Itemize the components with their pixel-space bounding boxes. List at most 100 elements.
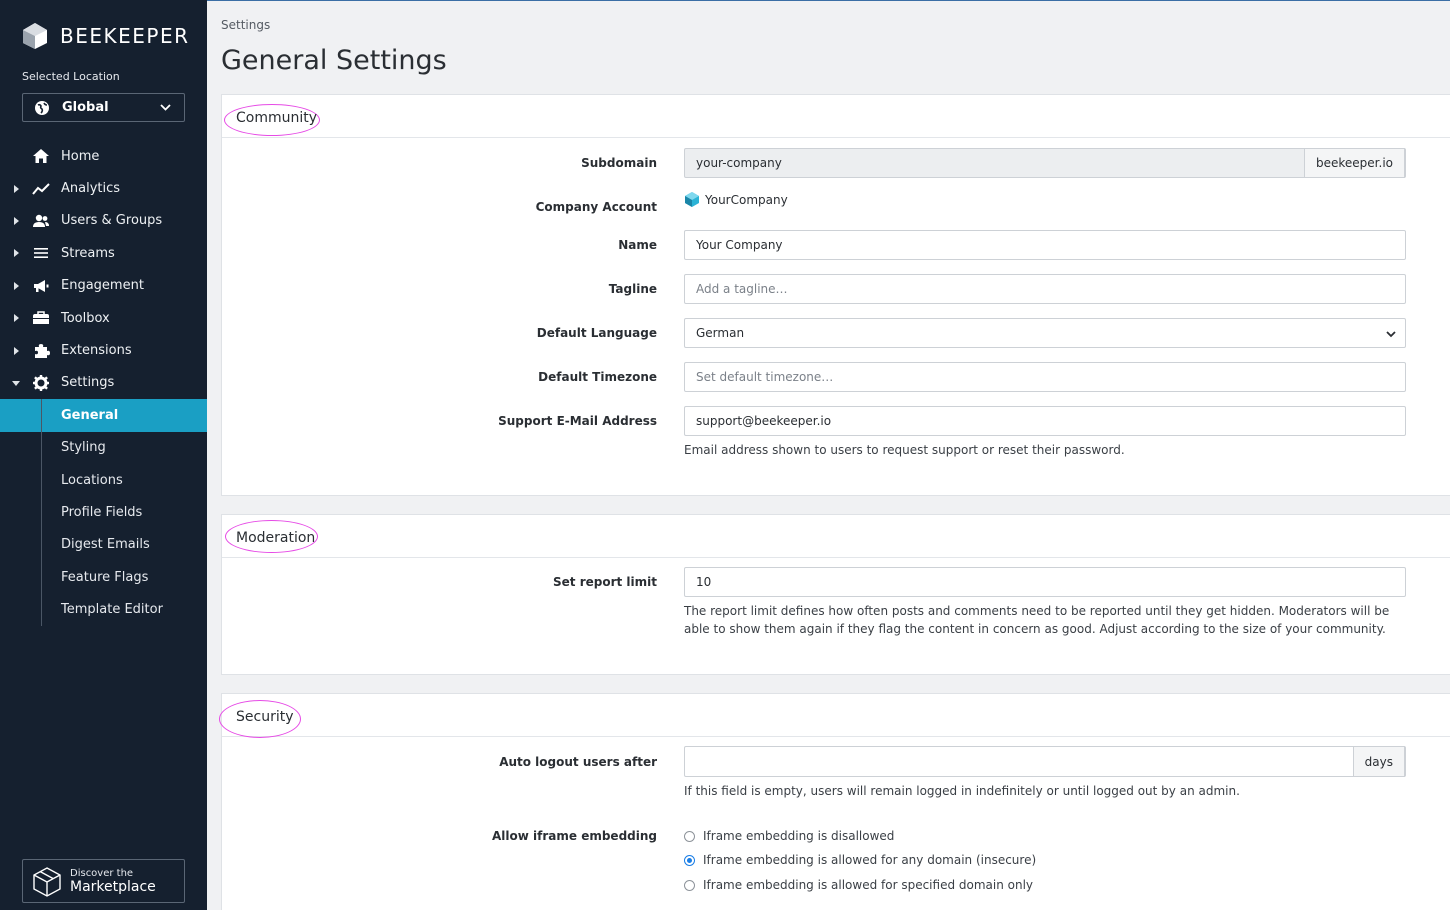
report-limit-label: Set report limit: [553, 575, 657, 589]
support-email-input[interactable]: support@beekeeper.io: [684, 406, 1406, 436]
radio-button[interactable]: [684, 830, 695, 842]
card-header: Community: [222, 95, 1450, 138]
iframe-label: Allow iframe embedding: [492, 829, 657, 843]
tagline-label: Tagline: [608, 282, 657, 296]
nav-label: Engagement: [61, 278, 144, 294]
marketplace-line2: Marketplace: [70, 879, 156, 895]
sub-label: General: [61, 407, 119, 423]
radio-label: Iframe embedding is allowed for any doma…: [703, 853, 1037, 867]
brand-name: BEEKEEPER: [60, 24, 190, 48]
users-icon: [33, 214, 49, 227]
sub-item-locations[interactable]: Locations: [0, 464, 207, 496]
marketplace-line1: Discover the: [70, 868, 134, 879]
auto-logout-input[interactable]: days: [684, 746, 1406, 777]
sidebar: BEEKEEPER Selected Location Global Home …: [0, 0, 207, 910]
nav-item-analytics[interactable]: Analytics: [0, 172, 207, 204]
nav-item-streams[interactable]: Streams: [0, 237, 207, 269]
company-account-label: Company Account: [535, 200, 657, 214]
security-card: Security Auto logout users after days If…: [219, 693, 1450, 910]
auto-logout-help: If this field is empty, users will remai…: [684, 784, 1240, 798]
name-input[interactable]: Your Company: [684, 230, 1406, 260]
nav-label: Streams: [61, 245, 115, 261]
location-select[interactable]: Global: [22, 93, 185, 122]
toolbox-icon: [33, 311, 49, 325]
auto-logout-label: Auto logout users after: [499, 755, 657, 769]
moderation-title: Moderation: [236, 530, 316, 546]
megaphone-icon: [34, 279, 49, 292]
caret-right-icon: [14, 249, 19, 258]
company-account-value: YourCompany: [684, 191, 788, 208]
nav-label: Toolbox: [61, 310, 110, 326]
sub-label: Digest Emails: [61, 537, 150, 553]
subdomain-input[interactable]: your-company beekeeper.io: [684, 148, 1406, 178]
support-email-label: Support E-Mail Address: [498, 414, 657, 428]
report-limit-help: The report limit defines how often posts…: [684, 604, 1390, 636]
nav-item-toolbox[interactable]: Toolbox: [0, 302, 207, 334]
report-limit-input[interactable]: 10: [684, 567, 1406, 597]
submenu-divider: [41, 399, 42, 626]
iframe-option-specified-domain[interactable]: Iframe embedding is allowed for specifie…: [684, 878, 1033, 892]
timezone-placeholder: Set default timezone…: [696, 370, 834, 384]
card-header: Moderation: [222, 515, 1450, 558]
nav-item-users-groups[interactable]: Users & Groups: [0, 205, 207, 237]
sub-item-feature-flags[interactable]: Feature Flags: [0, 561, 207, 593]
timezone-input[interactable]: Set default timezone…: [684, 362, 1406, 392]
security-title: Security: [236, 709, 294, 725]
beekeeper-logo-icon: [23, 23, 47, 49]
sub-item-profile-fields[interactable]: Profile Fields: [0, 496, 207, 528]
sub-label: Locations: [61, 472, 123, 488]
globe-icon: [35, 100, 49, 115]
sub-item-template-editor[interactable]: Template Editor: [0, 593, 207, 625]
sub-item-general[interactable]: General: [0, 399, 207, 432]
marketplace-button[interactable]: Discover the Marketplace: [22, 859, 185, 903]
main-content: Settings General Settings Community Subd…: [207, 0, 1450, 910]
gear-icon: [33, 374, 49, 391]
chart-line-icon: [32, 182, 50, 195]
chevron-down-icon: [1386, 331, 1396, 338]
nav-item-settings[interactable]: Settings: [0, 367, 207, 399]
brand-logo[interactable]: BEEKEEPER: [22, 22, 189, 50]
radio-label: Iframe embedding is allowed for specifie…: [703, 878, 1034, 892]
caret-right-icon: [14, 216, 19, 225]
nav-label: Users & Groups: [61, 213, 163, 229]
settings-submenu: General Styling Locations Profile Fields…: [0, 399, 207, 626]
chevron-down-icon: [160, 104, 171, 111]
language-select[interactable]: German: [684, 318, 1406, 348]
language-label: Default Language: [536, 326, 657, 340]
name-value: Your Company: [696, 238, 783, 252]
timezone-label: Default Timezone: [538, 370, 657, 384]
bars-icon: [34, 248, 48, 259]
sub-label: Profile Fields: [61, 504, 143, 520]
language-value: German: [696, 326, 745, 340]
home-icon: [33, 149, 49, 164]
radio-button[interactable]: [684, 879, 695, 891]
radio-button[interactable]: [684, 854, 695, 866]
moderation-card: Moderation Set report limit 10 The repor…: [221, 514, 1450, 675]
company-account-name: YourCompany: [705, 192, 788, 207]
card-header: Security: [219, 694, 1450, 738]
iframe-option-disallowed[interactable]: Iframe embedding is disallowed: [684, 829, 894, 843]
nav-item-extensions[interactable]: Extensions: [0, 334, 207, 366]
nav-label: Analytics: [61, 181, 121, 197]
iframe-option-any-domain[interactable]: Iframe embedding is allowed for any doma…: [684, 853, 1036, 867]
caret-right-icon: [14, 281, 19, 290]
nav-label: Home: [61, 148, 100, 164]
name-label: Name: [618, 238, 657, 252]
caret-down-icon: [12, 380, 20, 386]
sub-item-digest-emails[interactable]: Digest Emails: [0, 529, 207, 561]
location-value: Global: [62, 100, 109, 115]
tagline-placeholder: Add a tagline…: [696, 282, 788, 296]
caret-right-icon: [14, 346, 19, 355]
main-nav: Home Analytics Users & Groups Streams En…: [0, 140, 207, 626]
report-limit-value: 10: [696, 575, 712, 589]
nav-item-home[interactable]: Home: [0, 140, 207, 172]
page-title: General Settings: [221, 45, 447, 76]
sub-item-styling[interactable]: Styling: [0, 432, 207, 464]
caret-right-icon: [14, 314, 19, 323]
marketplace-cube-icon: [33, 867, 61, 897]
sub-label: Feature Flags: [61, 569, 149, 585]
tagline-input[interactable]: Add a tagline…: [684, 274, 1406, 304]
breadcrumb[interactable]: Settings: [221, 18, 270, 32]
nav-item-engagement[interactable]: Engagement: [0, 270, 207, 302]
caret-right-icon: [14, 184, 19, 193]
